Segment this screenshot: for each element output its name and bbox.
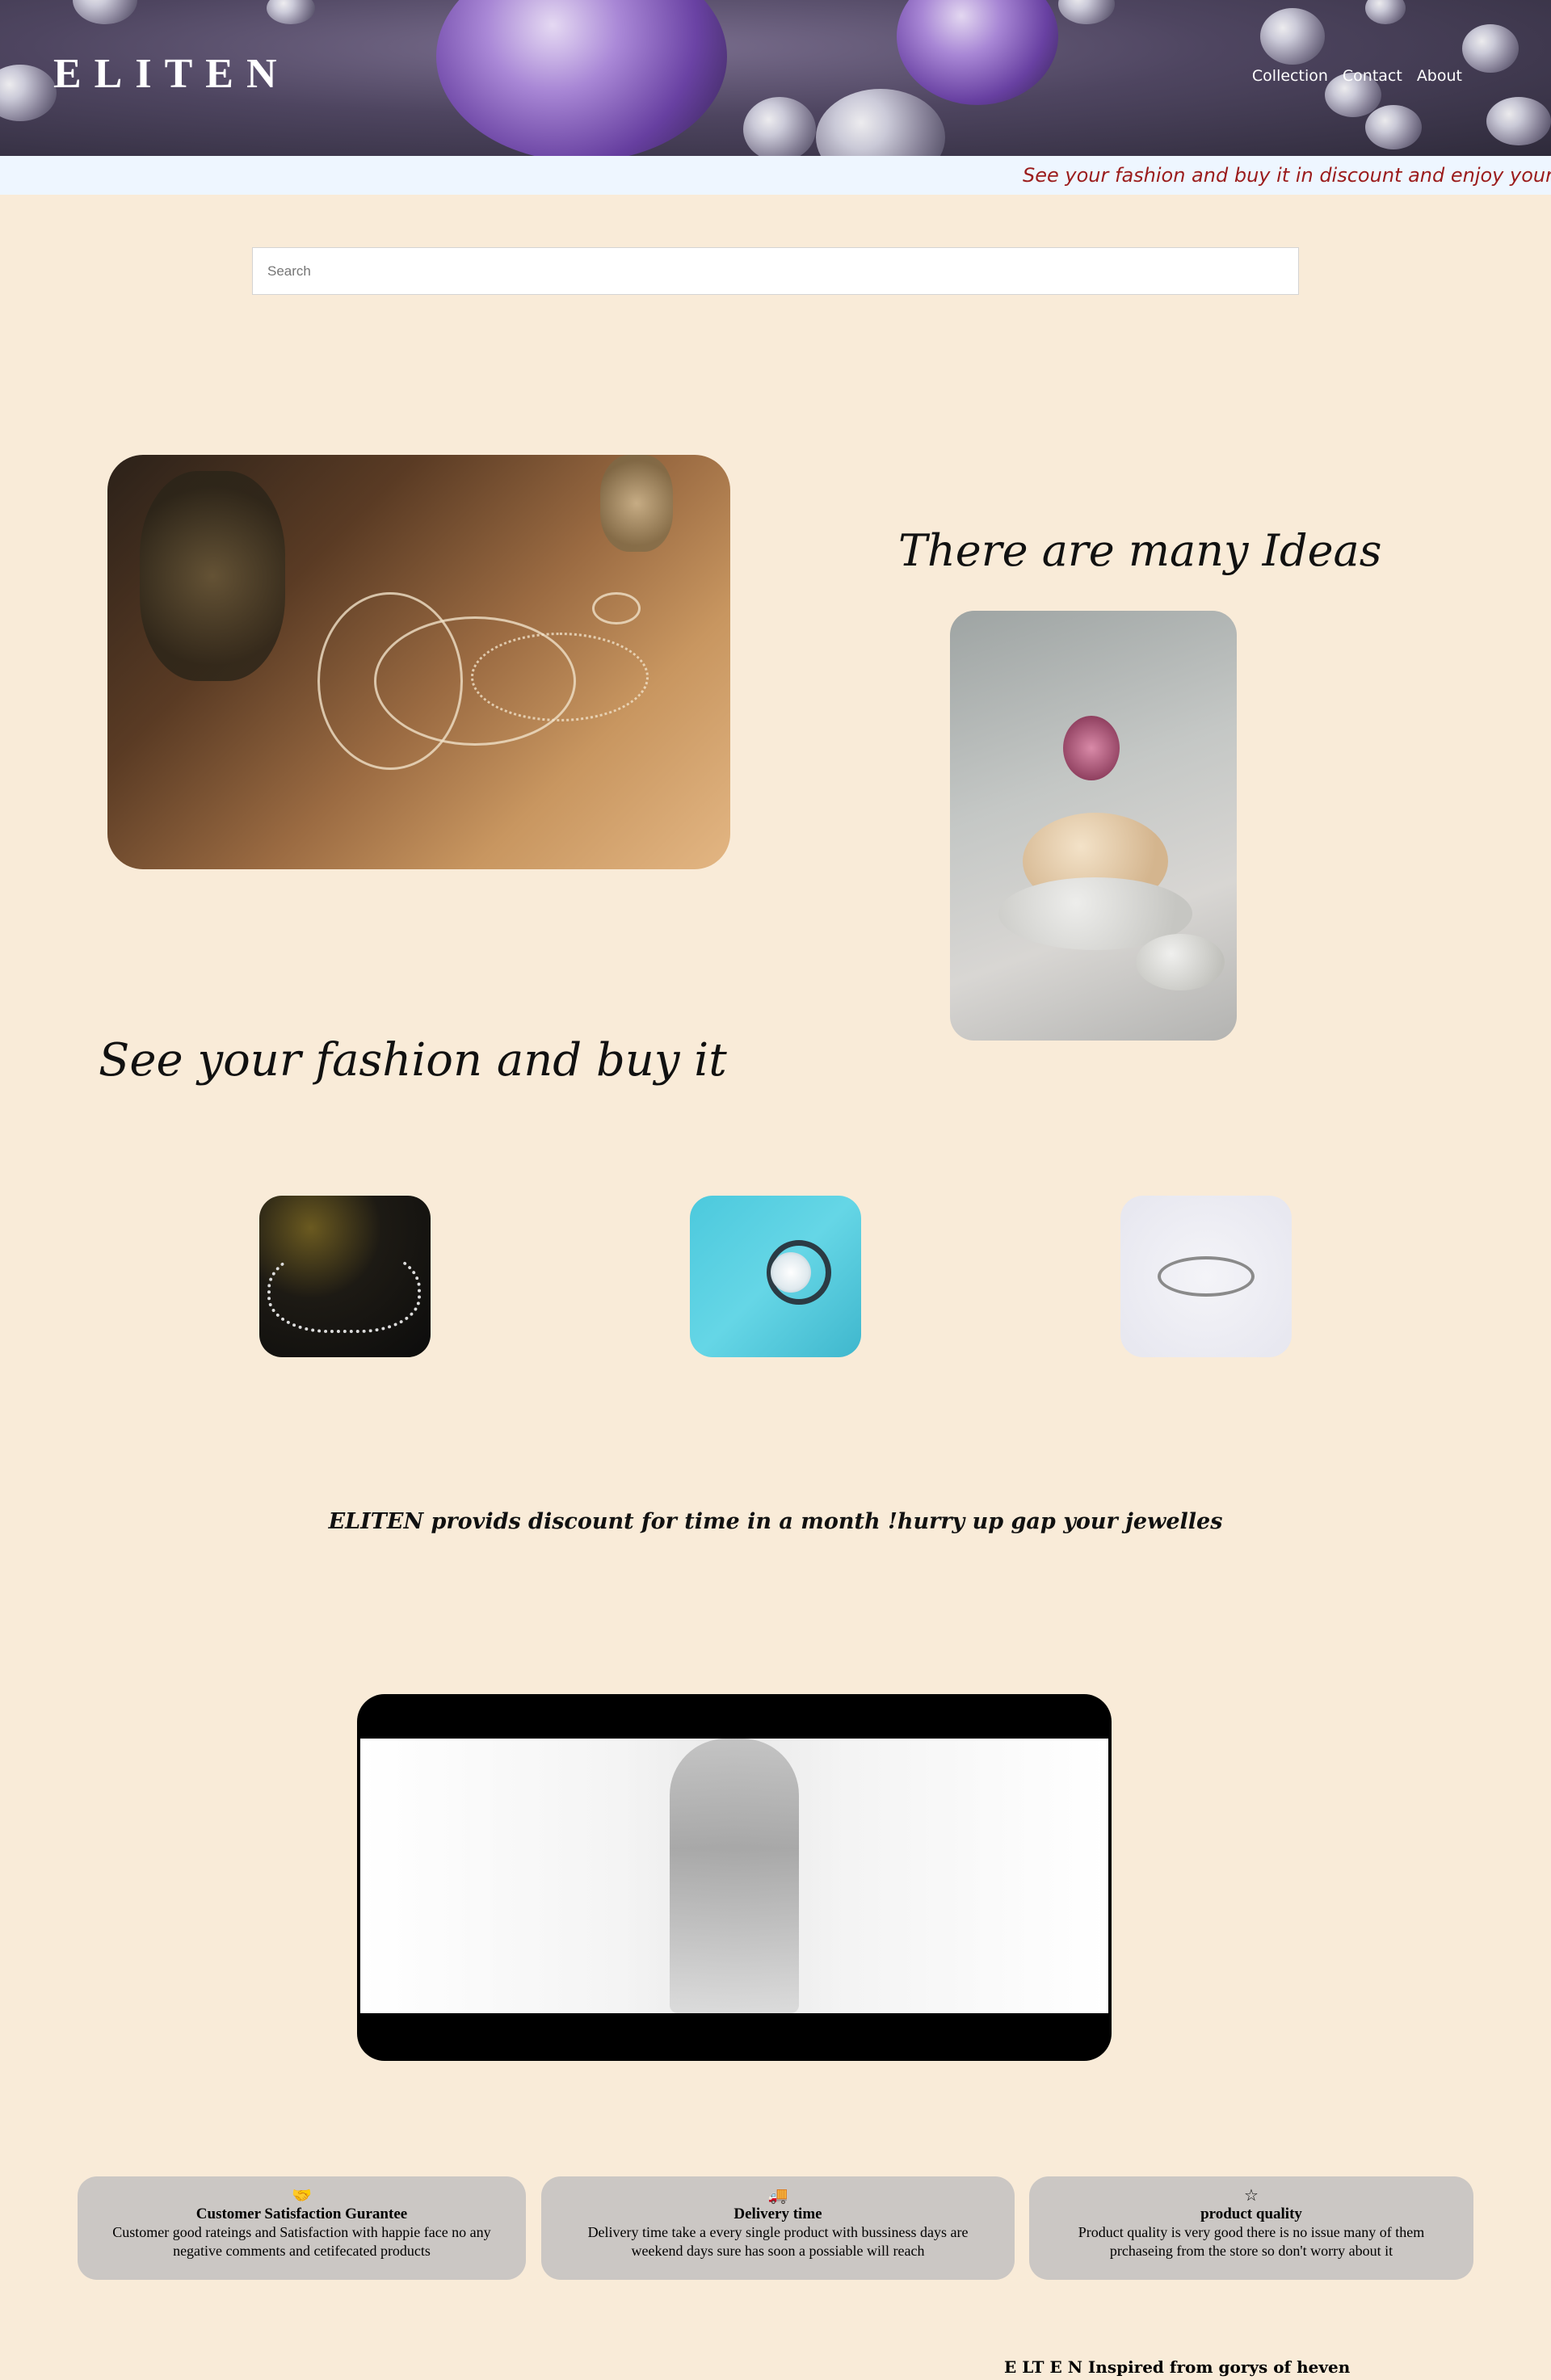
diamond-decoration [1462, 24, 1519, 73]
diamond-decoration [816, 89, 945, 156]
feature-title: product quality [1200, 2205, 1302, 2222]
feature-text: Customer good rateings and Satisfaction … [112, 2224, 491, 2259]
ideas-heading: There are many Ideas [898, 525, 1382, 576]
nav-link-collection[interactable]: Collection [1252, 67, 1328, 85]
fashion-heading: See your fashion and buy it [99, 1034, 727, 1087]
feature-text: Product quality is very good there is no… [1078, 2224, 1425, 2259]
diamond-decoration [1365, 105, 1422, 149]
bracelet-thumbnail[interactable] [1120, 1196, 1292, 1357]
feature-title: Customer Satisfaction Gurantee [195, 2205, 408, 2222]
diamond-decoration [73, 0, 137, 24]
video-frame [360, 1739, 1108, 2013]
feature-card-satisfaction: 🤝 Customer Satisfaction Gurantee Custome… [78, 2176, 526, 2280]
nav-link-contact[interactable]: Contact [1343, 67, 1402, 85]
diamond-decoration [1365, 0, 1406, 24]
main-nav: Collection Contact About [1252, 67, 1462, 85]
search-input[interactable] [252, 247, 1299, 295]
diamond-decoration [1260, 8, 1325, 65]
diamond-decoration [743, 97, 816, 156]
feature-text: Delivery time take a every single produc… [587, 2224, 969, 2259]
feature-title: Delivery time [733, 2205, 822, 2222]
hand-chain-visual [670, 1739, 799, 2013]
site-header: ELITEN Collection Contact About [0, 0, 1551, 156]
nav-link-about[interactable]: About [1417, 67, 1462, 85]
star-icon: ☆ [1244, 2187, 1259, 2205]
diamond-decoration [436, 0, 727, 156]
feature-card-delivery: 🚚 Delivery time Delivery time take a eve… [541, 2176, 1015, 2280]
video-player[interactable] [357, 1694, 1112, 2061]
diamond-decoration [267, 0, 315, 24]
diamond-decoration [0, 65, 57, 121]
necklace-thumbnail[interactable] [259, 1196, 431, 1357]
diamond-decoration [897, 0, 1058, 105]
discount-announcement: ELITEN provids discount for time in a mo… [328, 1509, 1223, 1534]
truck-icon: 🚚 [767, 2187, 788, 2205]
diamond-ring-thumbnail[interactable] [690, 1196, 861, 1357]
diamond-decoration [1058, 0, 1115, 24]
diamond-decoration [1486, 97, 1551, 145]
jewelry-table-photo [107, 455, 730, 869]
handshake-icon: 🤝 [292, 2187, 312, 2205]
footer-tagline: E LT E N Inspired from gorys of heven [1004, 2357, 1351, 2377]
promo-marquee: See your fashion and buy it in discount … [0, 156, 1551, 195]
marquee-text: See your fashion and buy it in discount … [1023, 164, 1551, 187]
brand-logo[interactable]: ELITEN [53, 50, 290, 98]
ring-stones-photo [950, 611, 1237, 1041]
feature-card-quality: ☆ product quality Product quality is ver… [1029, 2176, 1473, 2280]
